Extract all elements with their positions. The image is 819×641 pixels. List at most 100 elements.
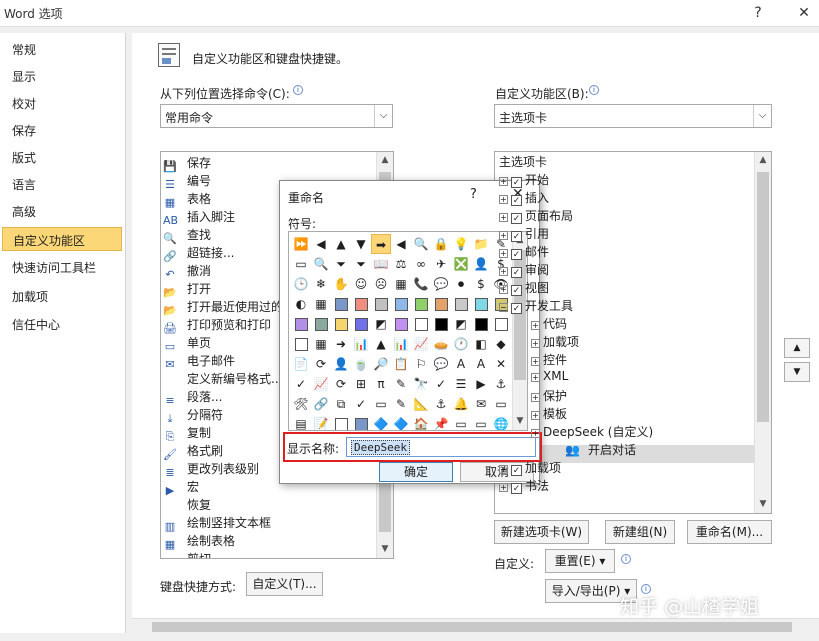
symbol-cell[interactable]: ◩ [451, 314, 471, 334]
symbol-cell[interactable]: 📖 [371, 254, 391, 274]
symbol-cell[interactable] [471, 314, 491, 334]
symbol-cell[interactable]: A [471, 354, 491, 374]
tree-item[interactable]: + 控件 [531, 351, 567, 369]
symbol-cell[interactable]: 🔔 [451, 394, 471, 414]
command-item[interactable]: 📂 打开最近使用过的 [163, 298, 283, 317]
rename-button[interactable]: 重命名(M)... [687, 520, 772, 544]
symbol-cell[interactable] [391, 314, 411, 334]
symbol-cell[interactable]: ❎ [451, 254, 471, 274]
symbol-cell[interactable] [431, 314, 451, 334]
tree-item[interactable]: + ✓ 引用 [499, 225, 549, 243]
symbol-cell[interactable]: ✓ [351, 394, 371, 414]
symbol-cell[interactable]: ▲ [371, 334, 391, 354]
expand-icon[interactable]: + [531, 411, 540, 420]
tree-item[interactable]: + ✓ 审阅 [499, 261, 549, 279]
command-item[interactable]: ≡ 段落... [163, 388, 222, 407]
expand-icon[interactable]: + [531, 373, 540, 382]
sidebar-item-trust-center[interactable]: 信任中心 [12, 316, 60, 333]
symbol-cell[interactable]: ☰ [451, 374, 471, 394]
symbol-cell[interactable]: ⚖ [391, 254, 411, 274]
tree-item[interactable]: + ✓ 加载项 [499, 459, 561, 477]
tree-item[interactable]: + XML [531, 369, 568, 387]
symbol-cell[interactable]: 🔒 [431, 234, 451, 254]
symbol-cell[interactable]: ⏩ [291, 234, 311, 254]
symbol-cell[interactable] [371, 294, 391, 314]
tree-item[interactable]: + DeepSeek (自定义) [531, 423, 653, 441]
command-item[interactable]: 🖌 格式刷 [163, 442, 223, 461]
symbol-cell[interactable]: ☹ [371, 274, 391, 294]
scroll-down-arrow-icon[interactable]: ▼ [755, 496, 771, 513]
command-item[interactable]: ▶ 宏 [163, 478, 199, 497]
tree-item[interactable]: 主选项卡 [499, 153, 547, 171]
symbol-cell[interactable]: 🔍 [411, 234, 431, 254]
command-item[interactable]: ▦ 表格 [163, 190, 211, 209]
expand-icon[interactable]: + [531, 393, 540, 402]
command-item[interactable]: ≣ 更改列表级别 [163, 460, 259, 479]
symbol-cell[interactable]: ⧉ [331, 394, 351, 414]
command-item[interactable]: ⤓ 分隔符 [163, 406, 223, 425]
symbol-cell[interactable] [331, 294, 351, 314]
symbol-cell[interactable]: 📁 [471, 234, 491, 254]
command-item[interactable]: 🔗 超链接... [163, 244, 234, 263]
command-item[interactable]: ⎘ 复制 [163, 424, 211, 443]
symbol-cell[interactable] [331, 314, 351, 334]
symbol-cell[interactable] [491, 314, 511, 334]
expand-icon[interactable]: + [499, 177, 508, 186]
tree-item[interactable]: + 代码 [531, 315, 567, 333]
scroll-thumb[interactable] [152, 622, 792, 632]
expand-icon[interactable]: + [499, 465, 508, 474]
symbol-cell[interactable]: ◀ [391, 234, 411, 254]
symbol-cell[interactable]: 🌐 [491, 414, 511, 430]
command-item[interactable]: ✂ 剪切 [163, 550, 211, 558]
symbol-cell[interactable]: 🛠 [291, 394, 311, 414]
symbol-cell[interactable]: 📈 [411, 334, 431, 354]
tree-item[interactable]: 👥 开启对话 [565, 441, 636, 459]
expand-icon[interactable]: + [531, 357, 540, 366]
sidebar-item-proofing[interactable]: 校对 [12, 95, 36, 112]
command-item[interactable]: ▥ 绘制竖排文本框 [163, 514, 271, 533]
display-name-input[interactable]: DeepSeek [346, 437, 536, 457]
tree-item[interactable]: − ✓ 开发工具 [499, 297, 573, 315]
symbol-cell[interactable]: ▲ [331, 234, 351, 254]
symbol-cell[interactable]: 🔷 [391, 414, 411, 430]
command-item[interactable]: 🔍 查找 [163, 226, 211, 245]
symbol-cell[interactable] [411, 294, 431, 314]
expand-icon[interactable]: + [499, 213, 508, 222]
expand-icon[interactable]: + [531, 429, 540, 438]
symbol-cell[interactable]: ✕ [491, 354, 511, 374]
horizontal-scrollbar[interactable] [132, 618, 819, 635]
checkbox-icon[interactable]: ✓ [511, 267, 522, 278]
symbol-cell[interactable]: ◆ [491, 334, 511, 354]
symbol-cell[interactable] [451, 294, 471, 314]
symbol-cell[interactable]: 💬 [431, 274, 451, 294]
symbol-cell[interactable]: ◩ [371, 314, 391, 334]
tree-item[interactable]: + ✓ 页面布局 [499, 207, 573, 225]
symbol-cell[interactable]: ▦ [391, 274, 411, 294]
command-item[interactable]: 定义新编号格式... [163, 370, 282, 388]
checkbox-icon[interactable]: ✓ [511, 213, 522, 224]
command-item[interactable]: ▭ 单页 [163, 334, 211, 353]
command-item[interactable]: ↶ 撤消 [163, 262, 211, 281]
symbol-cell[interactable]: ∞ [411, 254, 431, 274]
symbol-cell[interactable] [351, 314, 371, 334]
expand-icon[interactable]: + [499, 249, 508, 258]
symbol-cell[interactable]: ▭ [491, 394, 511, 414]
symbol-cell[interactable]: ▼ [351, 234, 371, 254]
scroll-down-arrow-icon[interactable]: ▼ [377, 541, 393, 558]
tree-item[interactable]: + ✓ 视图 [499, 279, 549, 297]
symbol-cell[interactable]: $ [471, 274, 491, 294]
symbol-cell[interactable]: ▤ [291, 414, 311, 430]
symbol-cell[interactable] [291, 314, 311, 334]
command-item[interactable]: 🖨 打印预览和打印 [163, 316, 271, 335]
symbol-cell[interactable]: 🍵 [351, 354, 371, 374]
close-button[interactable]: ✕ [790, 2, 818, 24]
symbol-cell[interactable]: ▭ [291, 254, 311, 274]
sidebar-item-quick-access[interactable]: 快速访问工具栏 [12, 259, 96, 276]
command-item[interactable]: ▦ 绘制表格 [163, 532, 235, 551]
sidebar-item-customize-ribbon[interactable]: 自定义功能区 [2, 227, 122, 251]
expand-icon[interactable]: + [499, 231, 508, 240]
symbol-cell[interactable]: 🕒 [291, 274, 311, 294]
expand-icon[interactable]: + [499, 483, 508, 492]
checkbox-icon[interactable]: ✓ [511, 285, 522, 296]
sidebar-item-layout[interactable]: 版式 [12, 149, 36, 166]
